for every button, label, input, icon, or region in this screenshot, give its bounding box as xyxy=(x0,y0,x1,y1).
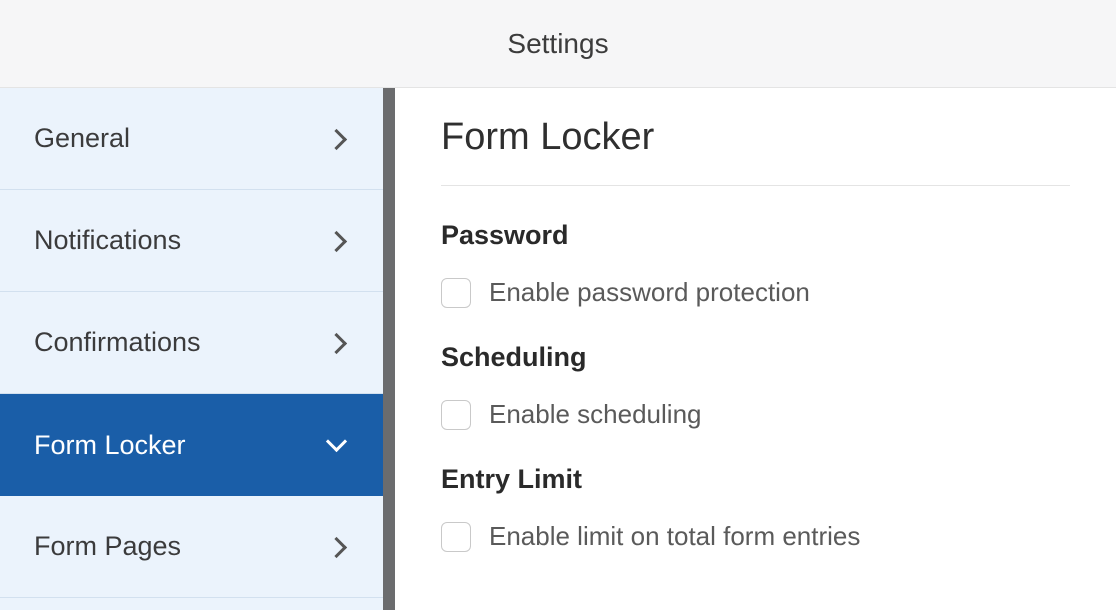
chevron-right-icon xyxy=(329,335,345,351)
sidebar-item-form-locker[interactable]: Form Locker xyxy=(0,394,383,496)
sidebar: General Notifications Confirmations Form… xyxy=(0,88,395,610)
checkbox-row-scheduling[interactable]: Enable scheduling xyxy=(441,399,1070,430)
body: General Notifications Confirmations Form… xyxy=(0,88,1116,610)
sidebar-item-notifications[interactable]: Notifications xyxy=(0,190,383,292)
sidebar-item-label: Form Pages xyxy=(34,531,181,562)
checkbox-row-entry-limit[interactable]: Enable limit on total form entries xyxy=(441,521,1070,552)
section-heading: Entry Limit xyxy=(441,464,1070,495)
chevron-down-icon xyxy=(329,437,345,453)
chevron-right-icon xyxy=(329,233,345,249)
checkbox-icon[interactable] xyxy=(441,278,471,308)
sidebar-item-label: Form Locker xyxy=(34,430,186,461)
page-title: Form Locker xyxy=(441,116,1070,186)
checkbox-label: Enable scheduling xyxy=(489,399,702,430)
header-title: Settings xyxy=(507,28,608,60)
section-heading: Scheduling xyxy=(441,342,1070,373)
sidebar-item-form-pages[interactable]: Form Pages xyxy=(0,496,383,598)
section-scheduling: Scheduling Enable scheduling xyxy=(441,342,1070,430)
sidebar-item-label: General xyxy=(34,123,130,154)
main-panel: Form Locker Password Enable password pro… xyxy=(395,88,1116,610)
header-bar: Settings xyxy=(0,0,1116,88)
checkbox-label: Enable password protection xyxy=(489,277,810,308)
checkbox-icon[interactable] xyxy=(441,400,471,430)
sidebar-item-label: Confirmations xyxy=(34,327,201,358)
sidebar-item-general[interactable]: General xyxy=(0,88,383,190)
checkbox-row-password[interactable]: Enable password protection xyxy=(441,277,1070,308)
sidebar-item-confirmations[interactable]: Confirmations xyxy=(0,292,383,394)
section-password: Password Enable password protection xyxy=(441,220,1070,308)
section-heading: Password xyxy=(441,220,1070,251)
section-entry-limit: Entry Limit Enable limit on total form e… xyxy=(441,464,1070,552)
checkbox-icon[interactable] xyxy=(441,522,471,552)
chevron-right-icon xyxy=(329,539,345,555)
checkbox-label: Enable limit on total form entries xyxy=(489,521,860,552)
sidebar-item-label: Notifications xyxy=(34,225,181,256)
chevron-right-icon xyxy=(329,131,345,147)
